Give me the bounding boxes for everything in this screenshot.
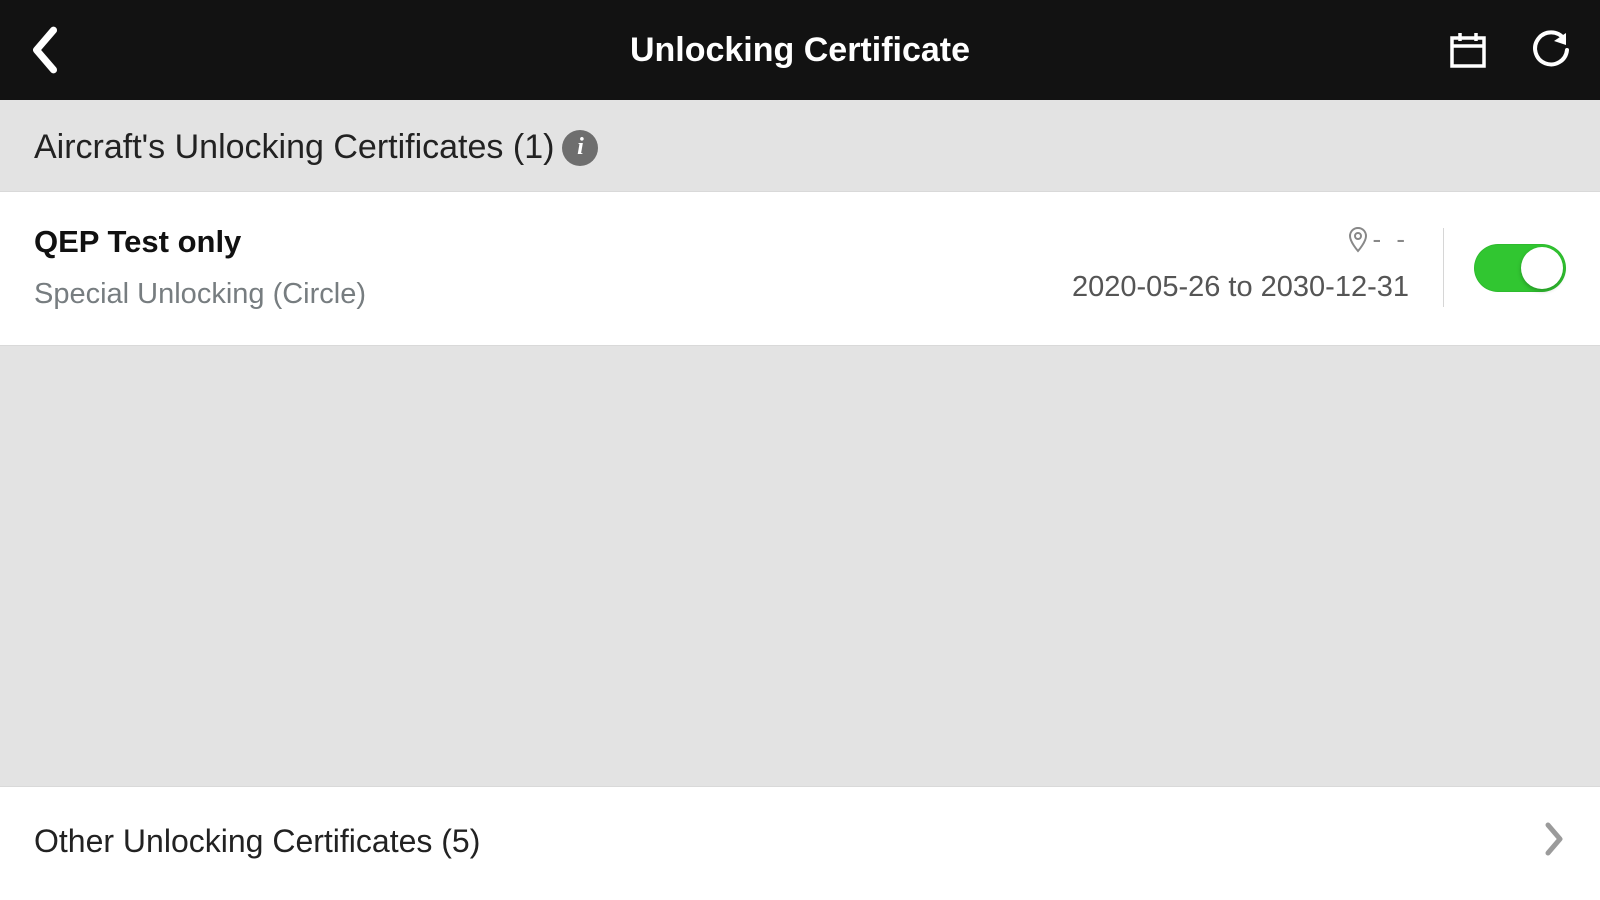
certificate-date-range: 2020-05-26 to 2030-12-31 — [1072, 271, 1409, 304]
info-icon[interactable]: i — [562, 130, 598, 166]
chevron-left-icon — [28, 24, 62, 76]
page-title: Unlocking Certificate — [630, 31, 970, 69]
app-header: Unlocking Certificate — [0, 0, 1600, 100]
other-certificates-row[interactable]: Other Unlocking Certificates (5) — [0, 786, 1600, 900]
certificate-row: QEP Test only Special Unlocking (Circle)… — [0, 191, 1600, 346]
content-spacer — [0, 346, 1600, 786]
chevron-right-icon — [1542, 819, 1566, 864]
toggle-knob — [1521, 247, 1563, 289]
certificate-enable-toggle[interactable] — [1474, 244, 1566, 292]
certificate-type: Special Unlocking (Circle) — [34, 278, 1072, 311]
calendar-icon — [1448, 30, 1488, 70]
aircraft-certs-section-header: Aircraft's Unlocking Certificates (1) i — [0, 100, 1600, 191]
back-button[interactable] — [28, 24, 62, 76]
refresh-icon — [1530, 29, 1572, 71]
vertical-divider — [1443, 228, 1444, 307]
location-pin-icon — [1348, 227, 1368, 253]
certificate-location: - - — [1348, 224, 1409, 255]
calendar-button[interactable] — [1448, 30, 1488, 70]
location-text: - - — [1372, 224, 1409, 255]
certificate-name: QEP Test only — [34, 224, 1072, 260]
refresh-button[interactable] — [1530, 29, 1572, 71]
other-certs-title: Other Unlocking Certificates (5) — [34, 823, 480, 860]
section-title: Aircraft's Unlocking Certificates (1) — [34, 128, 554, 167]
